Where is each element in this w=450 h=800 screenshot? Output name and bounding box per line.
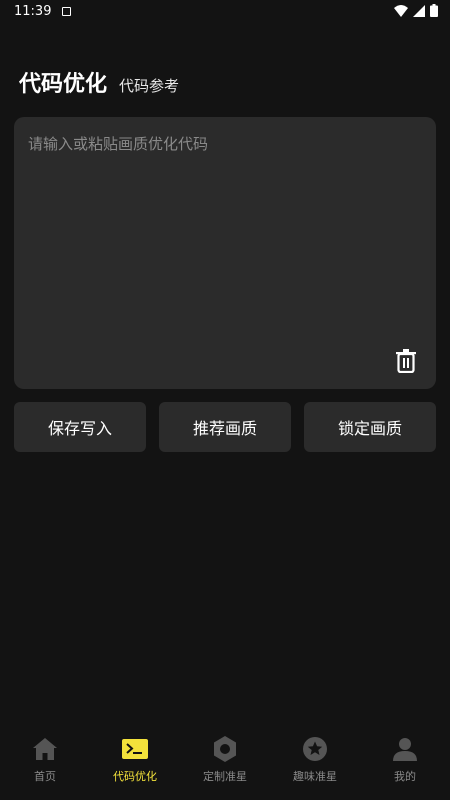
person-icon	[392, 736, 418, 762]
nav-item-code-optimize[interactable]: 代码优化	[90, 730, 180, 800]
lock-quality-button[interactable]: 锁定画质	[304, 402, 436, 452]
status-bar: 11:39	[0, 0, 450, 24]
battery-icon	[430, 4, 438, 17]
home-icon	[32, 736, 58, 762]
status-time: 11:39	[14, 4, 52, 19]
page-header: 代码优化 代码参考	[19, 66, 179, 98]
nav-label-home: 首页	[34, 770, 56, 783]
nav-label-custom-crosshair: 定制准星	[203, 770, 247, 783]
page-title: 代码优化	[19, 72, 108, 97]
code-input[interactable]	[14, 117, 436, 389]
nav-item-home[interactable]: 首页	[0, 730, 90, 800]
bottom-nav: 首页 代码优化 定制准星 趣味准星 我的	[0, 730, 450, 800]
save-write-button[interactable]: 保存写入	[14, 402, 146, 452]
nav-label-fun-crosshair: 趣味准星	[293, 770, 337, 783]
nav-label-code-optimize: 代码优化	[113, 770, 157, 783]
nav-label-mine: 我的	[394, 770, 416, 783]
recommend-quality-button[interactable]: 推荐画质	[159, 402, 291, 452]
nav-item-custom-crosshair[interactable]: 定制准星	[180, 730, 270, 800]
trash-icon[interactable]	[395, 349, 417, 373]
code-editor	[14, 117, 436, 389]
notification-icon	[62, 7, 71, 16]
wifi-icon	[394, 4, 408, 17]
nav-item-fun-crosshair[interactable]: 趣味准星	[270, 730, 360, 800]
hex-nut-icon	[212, 736, 238, 762]
status-icons	[394, 4, 438, 17]
star-circle-icon	[302, 736, 328, 762]
nav-item-mine[interactable]: 我的	[360, 730, 450, 800]
terminal-icon	[122, 736, 148, 762]
action-buttons: 保存写入 推荐画质 锁定画质	[14, 402, 436, 452]
signal-icon	[413, 4, 425, 17]
code-reference-link[interactable]: 代码参考	[119, 75, 179, 96]
